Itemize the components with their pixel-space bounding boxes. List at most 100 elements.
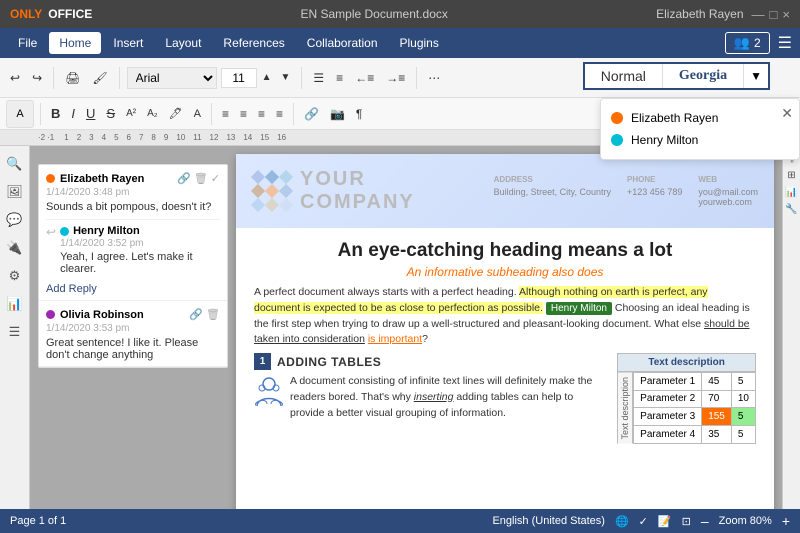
comment-1-actions[interactable]: 🔗 🗑 ✓ <box>177 172 220 185</box>
close-btn[interactable]: × <box>782 7 790 22</box>
section-1-title: ADDING TABLES <box>277 355 381 369</box>
title-bar: ONLYOFFICE EN Sample Document.docx Eliza… <box>0 0 800 28</box>
highlight-btn[interactable]: 🖊 <box>165 105 187 122</box>
font-size-inc[interactable]: ▲ <box>258 70 276 85</box>
outdent-btn[interactable]: ←≡ <box>351 69 378 87</box>
sidebar-chart[interactable]: 📊 <box>5 294 25 314</box>
underline-btn[interactable]: U <box>82 104 99 123</box>
maximize-btn[interactable]: □ <box>770 7 778 22</box>
company-name-block: YOUR COMPANY <box>300 168 415 214</box>
language: English (United States) <box>492 515 605 527</box>
superscript-btn[interactable]: A² <box>122 106 140 121</box>
redo-btn[interactable]: ↪ <box>28 69 46 87</box>
language-icon[interactable]: 🌐 <box>615 515 629 528</box>
align-justify-btn[interactable]: ≡ <box>272 105 287 123</box>
menu-references[interactable]: References <box>213 32 294 54</box>
sep3 <box>301 67 302 89</box>
minimize-btn[interactable]: — <box>752 7 765 22</box>
italic-btn[interactable]: I <box>67 104 79 123</box>
header-web: WEB you@mail.com yourweb.com <box>698 175 758 207</box>
page-info: Page 1 of 1 <box>10 515 66 527</box>
comment-2-delete-icon[interactable]: 🗑 <box>206 308 220 321</box>
main-area: 🔍 🖼 💬 🔌 ⚙ 📊 ☰ Elizabeth Rayen 🔗 🗑 <box>0 146 800 509</box>
copy-style-btn[interactable]: 🖌 <box>88 69 111 87</box>
sidebar-plugin[interactable]: 🔌 <box>5 238 25 258</box>
table-cell: 35 <box>702 425 732 443</box>
reply-block: Henry Milton 1/14/2020 3:52 pm Yeah, I a… <box>60 225 220 275</box>
insert-link-btn[interactable]: 🔗 <box>300 105 323 123</box>
print-btn[interactable]: 🖨 <box>61 69 84 87</box>
table-cell: 10 <box>731 390 755 408</box>
reply-author: Henry Milton <box>73 225 140 237</box>
track-icon[interactable]: 📝 <box>658 515 672 528</box>
indent-btn[interactable]: →≡ <box>382 69 409 87</box>
reply-date: 1/14/2020 3:52 pm <box>60 238 220 249</box>
bold-btn[interactable]: B <box>47 104 64 123</box>
font-size-dec[interactable]: ▼ <box>277 70 295 85</box>
company-logo: YOUR COMPANY <box>252 168 415 214</box>
style-chevron[interactable]: ▼ <box>743 64 768 88</box>
comment-2-date: 1/14/2020 3:53 pm <box>46 323 220 334</box>
comment-1-dot <box>46 174 55 183</box>
user-panel-close[interactable]: ✕ <box>781 105 793 122</box>
window-controls[interactable]: — □ × <box>752 7 790 22</box>
section-1: 1 ADDING TABLES <box>254 353 756 444</box>
zoom-plus[interactable]: + <box>782 513 790 529</box>
menu-plugins[interactable]: Plugins <box>390 32 449 54</box>
comment-1-link-icon[interactable]: 🔗 <box>177 172 191 185</box>
comment-2-dot <box>46 310 55 319</box>
fit-icon[interactable]: ⊡ <box>682 515 691 528</box>
menu-overflow[interactable]: ☰ <box>778 33 792 53</box>
list-ul-btn[interactable]: ☰ <box>309 69 328 87</box>
table-cell: Parameter 4 <box>634 425 702 443</box>
menu-bar: File Home Insert Layout References Colla… <box>0 28 800 58</box>
align-right-btn[interactable]: ≡ <box>254 105 269 123</box>
table-cell: Parameter 1 <box>634 373 702 391</box>
section-1-icon <box>254 374 284 414</box>
comment-2-actions[interactable]: 🔗 🗑 <box>189 308 220 321</box>
spell-icon[interactable]: ✓ <box>639 515 648 528</box>
sidebar-comment[interactable]: 💬 <box>5 210 25 230</box>
undo-btn[interactable]: ↩ <box>6 69 24 87</box>
add-reply-btn[interactable]: Add Reply <box>46 280 220 295</box>
right-sidebar-icon2[interactable]: 📊 <box>785 187 797 198</box>
menu-insert[interactable]: Insert <box>103 32 153 54</box>
right-sidebar-icon3[interactable]: 🔧 <box>785 204 797 215</box>
sidebar-image[interactable]: 🖼 <box>5 182 25 202</box>
font-selector[interactable]: Arial <box>127 67 217 89</box>
comment-1-resolve-icon[interactable]: ✓ <box>211 172 220 185</box>
status-right: English (United States) 🌐 ✓ 📝 ⊡ – Zoom 8… <box>492 513 790 529</box>
align-left-btn[interactable]: ≡ <box>218 105 233 123</box>
sidebar-search[interactable]: 🔍 <box>5 154 25 174</box>
collab-count[interactable]: 👥 2 <box>725 32 770 54</box>
section-1-num: 1 <box>254 353 271 370</box>
sidebar-nav[interactable]: ☰ <box>5 322 25 342</box>
more-btn[interactable]: ⋯ <box>424 69 444 87</box>
comment-2-text: Great sentence! I like it. Please don't … <box>46 337 220 361</box>
styles-panel-btn[interactable]: A <box>6 100 34 128</box>
menu-collaboration[interactable]: Collaboration <box>297 32 388 54</box>
right-sidebar-icon1[interactable]: ⊞ <box>787 170 795 181</box>
company-line2: COMPANY <box>300 191 415 214</box>
menu-layout[interactable]: Layout <box>155 32 211 54</box>
reply-author-row: Henry Milton <box>60 225 220 237</box>
style-georgia[interactable]: Georgia <box>663 64 743 88</box>
fontcolor-btn[interactable]: A <box>190 106 205 122</box>
subscript-btn[interactable]: A₂ <box>143 106 162 121</box>
list-ol-btn[interactable]: ≡ <box>332 69 347 87</box>
insert-img-btn[interactable]: 📷 <box>326 105 349 123</box>
menu-file[interactable]: File <box>8 32 47 54</box>
phone-label: PHONE <box>627 175 682 184</box>
comment-2-link-icon[interactable]: 🔗 <box>189 308 203 321</box>
sep7 <box>293 103 294 125</box>
menu-home[interactable]: Home <box>49 32 101 54</box>
style-normal[interactable]: Normal <box>585 64 663 88</box>
comment-1-delete-icon[interactable]: 🗑 <box>194 172 208 185</box>
sidebar-settings[interactable]: ⚙ <box>5 266 25 286</box>
strikethrough-btn[interactable]: S <box>102 104 119 123</box>
paragraph-mark-btn[interactable]: ¶ <box>352 105 366 123</box>
table-cell: 5 <box>731 373 755 391</box>
zoom-minus[interactable]: – <box>701 513 709 529</box>
font-size-input[interactable]: 11 <box>221 68 257 88</box>
align-center-btn[interactable]: ≡ <box>236 105 251 123</box>
